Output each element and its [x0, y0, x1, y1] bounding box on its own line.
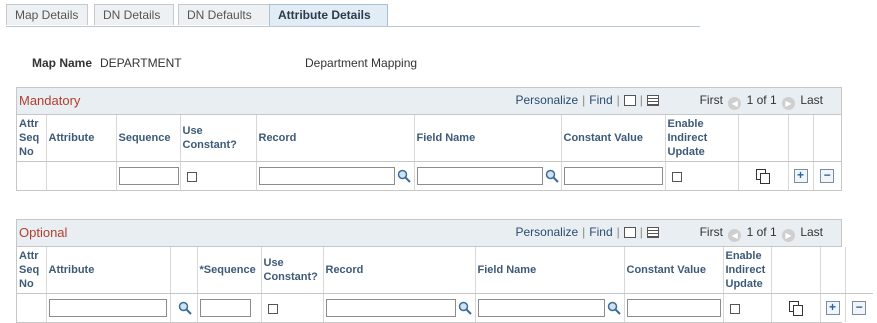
col-delete [813, 115, 841, 162]
tab-dn-details[interactable]: DN Details [94, 4, 174, 25]
col-constant-value: Constant Value [561, 115, 666, 162]
tab-attribute-details[interactable]: Attribute Details [269, 4, 388, 27]
col-attribute: Attribute [46, 115, 117, 162]
first-label: First [699, 225, 723, 239]
constant-value-input[interactable] [563, 167, 663, 185]
lookup-icon[interactable] [397, 169, 411, 183]
delete-row-button[interactable]: − [820, 169, 835, 184]
col-use-constant: Use Constant? [180, 115, 257, 162]
col-sequence: *Sequence [197, 247, 262, 294]
col-use-constant: Use Constant? [261, 247, 324, 294]
tab-map-details[interactable]: Map Details [6, 4, 88, 25]
col-field-name: Field Name [414, 115, 562, 162]
tabs-divider [6, 26, 700, 27]
first-label: First [699, 93, 723, 107]
col-constant-value: Constant Value [624, 247, 724, 294]
col-attribute: Attribute [46, 247, 171, 294]
nav-separator: | [582, 225, 586, 239]
attribute-input[interactable] [48, 299, 167, 317]
mandatory-grid-title: Mandatory [19, 93, 81, 108]
table-header-row: Attr Seq No Attribute Sequence Use Const… [17, 115, 841, 162]
col-add [788, 115, 814, 162]
mandatory-grid-nav: Personalize | Find | | First ◀ 1 of 1 ▶ Last [515, 93, 823, 110]
map-description: Department Mapping [305, 56, 418, 70]
lookup-icon[interactable] [178, 301, 192, 316]
nav-separator: | [639, 225, 643, 239]
enable-indirect-update-checkbox[interactable] [671, 171, 682, 182]
view-all-icon[interactable] [623, 227, 636, 238]
col-record: Record [323, 247, 476, 294]
optional-grid-title: Optional [19, 225, 68, 240]
sequence-input[interactable] [118, 167, 179, 185]
col-enable-indirect-update: Enable Indirect Update [665, 115, 739, 162]
add-row-button[interactable]: + [793, 169, 808, 184]
lookup-icon[interactable] [458, 301, 472, 315]
use-constant-checkbox[interactable] [186, 171, 197, 182]
add-row-button[interactable]: + [825, 301, 840, 316]
lookup-icon[interactable] [545, 169, 559, 183]
optional-grid-nav: Personalize | Find | | First ◀ 1 of 1 ▶ Last [515, 225, 823, 242]
record-input[interactable] [258, 167, 395, 185]
col-enable-indirect-update: Enable Indirect Update [723, 247, 772, 294]
find-link[interactable]: Find [589, 225, 612, 239]
delete-row-button[interactable]: − [852, 301, 867, 316]
mandatory-grid: Mandatory Personalize | Find | | First ◀ 1 o… [16, 87, 842, 191]
col-sequence: Sequence [116, 115, 181, 162]
optional-grid-header: Optional Personalize | Find | | First ◀ 1 of… [17, 220, 841, 247]
attr-seq-no-cell [17, 161, 47, 190]
previous-icon[interactable]: ◀ [728, 97, 742, 110]
lookup-icon[interactable] [607, 301, 621, 315]
next-icon[interactable]: ▶ [781, 97, 795, 110]
row-range: 1 of 1 [746, 93, 777, 107]
table-row: + − [17, 161, 841, 190]
optional-table: Attr Seq No Attribute *Sequence Use Cons… [17, 247, 873, 322]
table-row: + − [17, 293, 873, 322]
map-name-value: DEPARTMENT [100, 56, 182, 70]
find-link[interactable]: Find [589, 93, 612, 107]
record-input[interactable] [325, 299, 456, 317]
col-attr-seq-no: Attr Seq No [17, 115, 47, 162]
nav-separator: | [582, 93, 586, 107]
view-all-icon[interactable] [623, 95, 636, 106]
col-delete [845, 247, 873, 294]
col-add [820, 247, 846, 294]
enable-indirect-update-checkbox[interactable] [729, 303, 740, 314]
attribute-cell [46, 161, 117, 190]
col-field-name: Field Name [475, 247, 625, 294]
col-attr-seq-no: Attr Seq No [17, 247, 47, 294]
nav-separator: | [616, 93, 620, 107]
last-label: Last [800, 225, 823, 239]
mandatory-grid-header: Mandatory Personalize | Find | | First ◀ 1 o… [17, 88, 841, 115]
col-record: Record [256, 115, 415, 162]
download-icon[interactable] [646, 227, 659, 238]
row-range: 1 of 1 [746, 225, 777, 239]
col-copy [771, 247, 821, 294]
next-icon[interactable]: ▶ [781, 229, 795, 242]
last-label: Last [800, 93, 823, 107]
copy-row-icon[interactable] [755, 168, 771, 184]
copy-row-icon[interactable] [788, 300, 804, 316]
previous-icon[interactable]: ◀ [728, 229, 742, 242]
col-attribute-lookup [170, 247, 198, 294]
personalize-link[interactable]: Personalize [515, 93, 578, 107]
field-name-input[interactable] [416, 167, 543, 185]
field-name-input[interactable] [477, 299, 605, 317]
use-constant-checkbox[interactable] [267, 303, 278, 314]
constant-value-input[interactable] [626, 299, 721, 317]
table-header-row: Attr Seq No Attribute *Sequence Use Cons… [17, 247, 873, 294]
mandatory-table: Attr Seq No Attribute Sequence Use Const… [17, 115, 841, 190]
optional-grid: Optional Personalize | Find | | First ◀ 1 of… [16, 219, 873, 323]
download-icon[interactable] [646, 95, 659, 106]
map-name-label: Map Name [32, 56, 93, 70]
nav-separator: | [616, 225, 620, 239]
nav-separator: | [639, 93, 643, 107]
sequence-input[interactable] [199, 299, 251, 317]
personalize-link[interactable]: Personalize [515, 225, 578, 239]
attr-seq-no-cell [17, 293, 47, 322]
tab-dn-defaults[interactable]: DN Defaults [178, 4, 272, 25]
col-copy [738, 115, 789, 162]
